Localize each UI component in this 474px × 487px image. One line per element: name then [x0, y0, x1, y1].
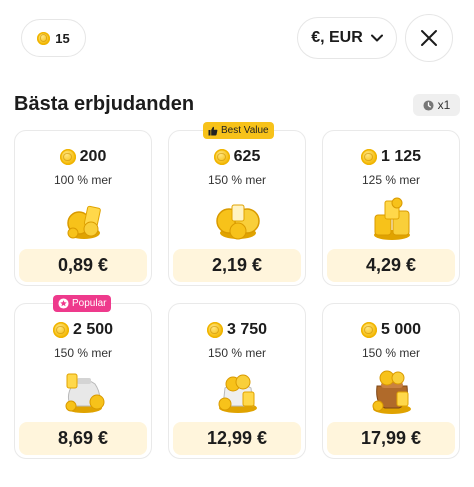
offer-bonus: 100 % mer: [53, 173, 113, 187]
offer-amount: 1 125: [323, 148, 459, 166]
offer-price: 0,89 €: [19, 249, 147, 282]
thumbs-up-icon: [208, 126, 218, 135]
coin-icon: [206, 322, 223, 338]
timer-badge: x1: [413, 94, 460, 116]
offer-card[interactable]: 200 100 % mer 0,89 €: [14, 130, 152, 286]
offer-card[interactable]: 5 000 150 % mer 17,99 €: [322, 303, 460, 459]
offer-bonus: 150 % mer: [207, 346, 267, 360]
offer-amount: 2 500: [15, 321, 151, 339]
offer-bonus: 125 % mer: [361, 173, 421, 187]
popular-badge: Popular: [53, 295, 112, 312]
offer-coins: 3 750: [226, 321, 268, 338]
offer-price: 2,19 €: [173, 249, 301, 282]
offer-coins: 200: [79, 148, 107, 165]
small-coin-pile-icon: [67, 205, 101, 239]
offer-card[interactable]: Popular 2 500 150 % mer 8,69 €: [14, 295, 152, 459]
coin-bag-icon: [218, 374, 257, 413]
coin-icon: [52, 322, 69, 338]
currency-label: €, EUR: [311, 29, 363, 46]
coin-icon: [213, 149, 230, 165]
offer-bonus: 150 % mer: [53, 346, 113, 360]
coin-icon: [37, 31, 51, 45]
offer-coins: 5 000: [380, 321, 422, 338]
coin-balance[interactable]: 15: [21, 19, 86, 57]
offer-price: 8,69 €: [19, 422, 147, 455]
coin-pot-icon: [372, 370, 411, 414]
offer-amount: 5 000: [323, 321, 459, 339]
offer-card[interactable]: 3 750 150 % mer 12,99 €: [168, 303, 306, 459]
coin-balance-value: 15: [55, 30, 70, 46]
offer-coins: 1 125: [380, 148, 422, 165]
coin-tower-icon: [374, 197, 410, 240]
coin-icon: [360, 149, 377, 165]
offer-price: 4,29 €: [327, 249, 455, 282]
clock-icon: [423, 99, 434, 111]
currency-selector[interactable]: €, EUR: [297, 17, 397, 59]
coin-icon: [360, 322, 377, 338]
chevron-down-icon: [370, 34, 383, 42]
timer-label: x1: [437, 98, 451, 112]
coin-icon: [59, 149, 76, 165]
offer-amount: 3 750: [169, 321, 305, 339]
close-button[interactable]: [405, 14, 453, 62]
star-icon: [58, 298, 69, 309]
offer-coins: 2 500: [72, 321, 114, 338]
close-icon: [421, 30, 437, 46]
section-title: Bästa erbjudanden: [14, 93, 195, 115]
best-value-label: Best Value: [221, 125, 269, 136]
coin-sack-icon: [65, 373, 105, 413]
offer-amount: 625: [169, 148, 305, 166]
offer-price: 12,99 €: [173, 422, 301, 455]
offer-card[interactable]: Best Value 625 150 % mer 2,19 €: [168, 122, 306, 286]
offer-coins: 625: [233, 148, 261, 165]
offer-price: 17,99 €: [327, 422, 455, 455]
offer-bonus: 150 % mer: [207, 173, 267, 187]
offer-bonus: 150 % mer: [361, 346, 421, 360]
best-value-badge: Best Value: [203, 122, 274, 139]
offer-card[interactable]: 1 125 125 % mer 4,29 €: [322, 130, 460, 286]
popular-label: Popular: [72, 298, 107, 309]
offer-amount: 200: [15, 148, 151, 166]
coin-stack-icon: [216, 204, 260, 240]
